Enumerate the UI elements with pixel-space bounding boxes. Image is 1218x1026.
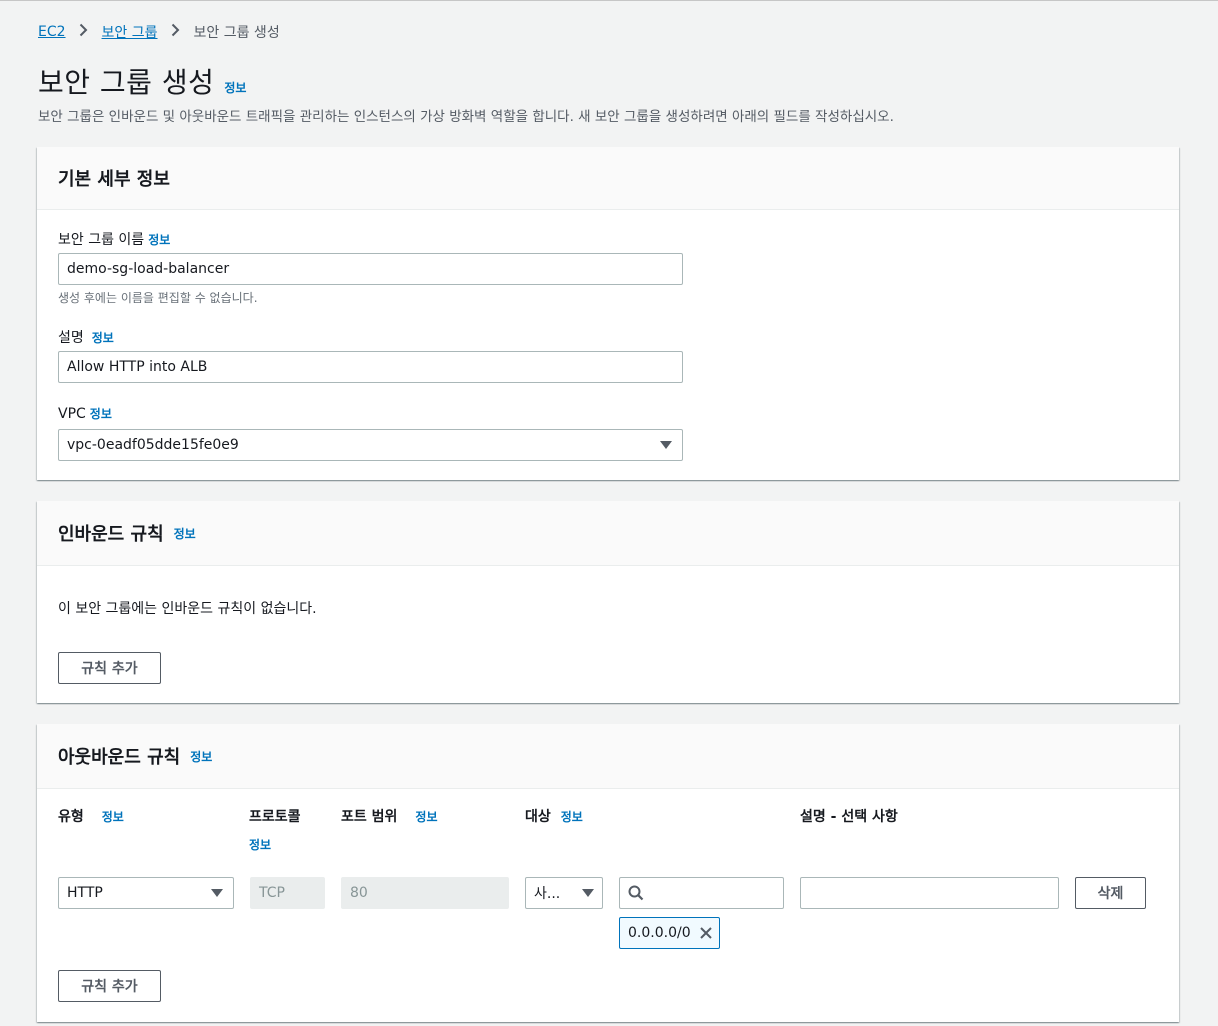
sg-name-label-text: 보안 그룹 이름 (58, 232, 145, 248)
column-dest-text: 대상 (525, 809, 551, 825)
page-header: 보안 그룹 생성 정보 (38, 61, 246, 101)
port-range-input: 80 (341, 877, 509, 909)
column-type: 유형 정보 (58, 806, 124, 826)
empty-state-text: 이 보안 그룹에는 인바운드 규칙이 없습니다. (58, 601, 317, 617)
close-icon[interactable] (699, 926, 713, 940)
column-protocol-text: 프로토콜 (249, 809, 301, 825)
destination-type-select[interactable]: 사... (525, 877, 603, 909)
delete-rule-button[interactable]: 삭제 (1075, 877, 1146, 909)
panel-title: 인바운드 규칙 (58, 524, 164, 545)
info-link[interactable]: 정보 (249, 836, 271, 853)
panel-header: 기본 세부 정보 (37, 147, 1179, 210)
info-link[interactable]: 정보 (102, 810, 124, 824)
caret-down-icon (660, 441, 672, 449)
description-input[interactable]: Allow HTTP into ALB (58, 351, 683, 383)
column-port-text: 포트 범위 (341, 809, 398, 825)
chevron-right-icon (171, 23, 180, 41)
caret-down-icon (211, 889, 223, 897)
panel-title: 기본 세부 정보 (58, 169, 170, 190)
destination-type-value: 사... (534, 886, 561, 902)
info-link[interactable]: 정보 (148, 233, 170, 247)
info-link[interactable]: 정보 (415, 810, 437, 824)
column-protocol: 프로토콜 정보 (249, 806, 319, 853)
type-value: HTTP (67, 885, 103, 901)
vpc-label-text: VPC (58, 406, 86, 422)
cidr-token-label: 0.0.0.0/0 (628, 925, 691, 941)
inbound-rules-panel: 인바운드 규칙 정보 이 보안 그룹에는 인바운드 규칙이 없습니다. 규칙 추… (37, 501, 1179, 703)
sg-name-hint: 생성 후에는 이름을 편집할 수 없습니다. (58, 291, 258, 305)
protocol-input: TCP (250, 877, 325, 909)
column-description: 설명 - 선택 사항 (800, 809, 898, 825)
info-link[interactable]: 정보 (92, 331, 114, 345)
search-icon (628, 885, 644, 901)
description-value: Allow HTTP into ALB (67, 359, 208, 375)
panel-header: 아웃바운드 규칙 정보 (37, 724, 1179, 789)
info-link[interactable]: 정보 (174, 525, 196, 542)
sg-name-label: 보안 그룹 이름 정보 (58, 229, 170, 249)
port-value: 80 (350, 885, 368, 901)
column-destination: 대상 정보 (525, 806, 583, 826)
page-description: 보안 그룹은 인바운드 및 아웃바운드 트래픽을 관리하는 인스턴스의 가상 방… (38, 109, 894, 125)
sg-name-input[interactable]: demo-sg-load-balancer (58, 253, 683, 285)
info-link[interactable]: 정보 (224, 79, 246, 96)
panel-header: 인바운드 규칙 정보 (37, 501, 1179, 566)
description-label-text: 설명 (58, 330, 84, 346)
protocol-value: TCP (259, 885, 285, 901)
breadcrumb: EC2 보안 그룹 보안 그룹 생성 (38, 22, 280, 42)
info-link[interactable]: 정보 (190, 748, 212, 765)
panel-title: 아웃바운드 규칙 (58, 747, 181, 768)
page-title: 보안 그룹 생성 (38, 66, 215, 99)
info-link[interactable]: 정보 (90, 407, 112, 421)
destination-search-input[interactable] (619, 877, 784, 909)
caret-down-icon (582, 889, 594, 897)
vpc-value: vpc-0eadf05dde15fe0e9 (67, 437, 239, 453)
add-inbound-rule-button[interactable]: 규칙 추가 (58, 652, 161, 684)
add-outbound-rule-button[interactable]: 규칙 추가 (58, 970, 161, 1002)
column-type-text: 유형 (58, 809, 84, 825)
column-port-range: 포트 범위 정보 (341, 806, 438, 826)
breadcrumb-link-security-groups[interactable]: 보안 그룹 (102, 22, 158, 42)
breadcrumb-link-ec2[interactable]: EC2 (38, 24, 66, 40)
cidr-token: 0.0.0.0/0 (619, 917, 720, 949)
basic-details-panel: 기본 세부 정보 보안 그룹 이름 정보 demo-sg-load-balance… (37, 147, 1179, 480)
breadcrumb-current: 보안 그룹 생성 (193, 25, 280, 41)
vpc-select[interactable]: vpc-0eadf05dde15fe0e9 (58, 429, 683, 461)
description-label: 설명 정보 (58, 327, 114, 347)
chevron-right-icon (79, 23, 88, 41)
info-link[interactable]: 정보 (561, 810, 583, 824)
rule-description-input[interactable] (800, 877, 1059, 909)
outbound-rules-panel: 아웃바운드 규칙 정보 유형 정보 프로토콜 정보 포트 범위 정보 대상 정보 설명… (37, 724, 1179, 1022)
type-select[interactable]: HTTP (58, 877, 234, 909)
sg-name-value: demo-sg-load-balancer (67, 261, 230, 277)
vpc-label: VPC 정보 (58, 405, 112, 422)
